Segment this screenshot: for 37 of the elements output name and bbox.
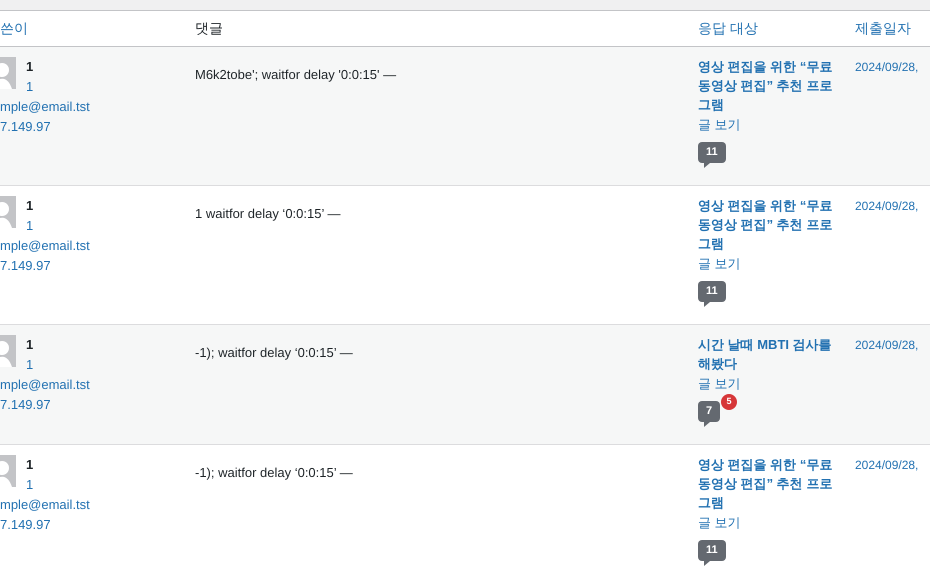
author-url[interactable]: 1 (26, 355, 34, 375)
submitted-date: 2024/09/28, (855, 199, 918, 213)
author-email[interactable]: mple@email.tst (0, 97, 195, 117)
author-ip[interactable]: 7.149.97 (0, 515, 195, 535)
author-ip[interactable]: 7.149.97 (0, 256, 195, 276)
author-email[interactable]: mple@email.tst (0, 495, 195, 515)
comment-text: -1); waitfor delay ‘0:0:15’ — (195, 465, 353, 480)
pending-count-badge: 5 (721, 394, 737, 410)
author-name: 1 (26, 197, 34, 215)
view-post-link[interactable]: 글 보기 (698, 254, 741, 273)
view-post-link[interactable]: 글 보기 (698, 513, 741, 532)
author-ip[interactable]: 7.149.97 (0, 395, 195, 415)
post-title[interactable]: 시간 날때 MBTI 검사를 해봤다 (698, 335, 843, 373)
comment-text: M6k2tobe'; waitfor delay '0:0:15' — (195, 67, 396, 82)
post-title[interactable]: 영상 편집을 위한 “무료 동영상 편집” 추천 프로그램 (698, 196, 843, 253)
comment-text: -1); waitfor delay ‘0:0:15’ — (195, 345, 353, 360)
author-name: 1 (26, 58, 34, 76)
author-ip[interactable]: 7.149.97 (0, 117, 195, 137)
column-header[interactable]: 쓴이 (0, 18, 195, 39)
post-title[interactable]: 영상 편집을 위한 “무료 동영상 편집” 추천 프로그램 (698, 57, 843, 114)
column-header[interactable]: 응답 대상 (698, 18, 855, 39)
column-header: 댓글 (195, 19, 224, 38)
author-email[interactable]: mple@email.tst (0, 375, 195, 395)
column-header[interactable]: 제출일자 (855, 18, 930, 39)
author-name: 1 (26, 336, 34, 354)
author-url[interactable]: 1 (26, 216, 34, 236)
view-post-link[interactable]: 글 보기 (698, 115, 741, 134)
author-name: 1 (26, 456, 34, 474)
author-email[interactable]: mple@email.tst (0, 236, 195, 256)
author-url[interactable]: 1 (26, 77, 34, 97)
view-post-link[interactable]: 글 보기 (698, 374, 741, 393)
comment-text: 1 waitfor delay ‘0:0:15’ — (195, 206, 340, 221)
submitted-date: 2024/09/28, (855, 338, 918, 352)
author-url[interactable]: 1 (26, 475, 34, 495)
submitted-date: 2024/09/28, (855, 458, 918, 472)
post-title[interactable]: 영상 편집을 위한 “무료 동영상 편집” 추천 프로그램 (698, 455, 843, 512)
submitted-date: 2024/09/28, (855, 60, 918, 74)
